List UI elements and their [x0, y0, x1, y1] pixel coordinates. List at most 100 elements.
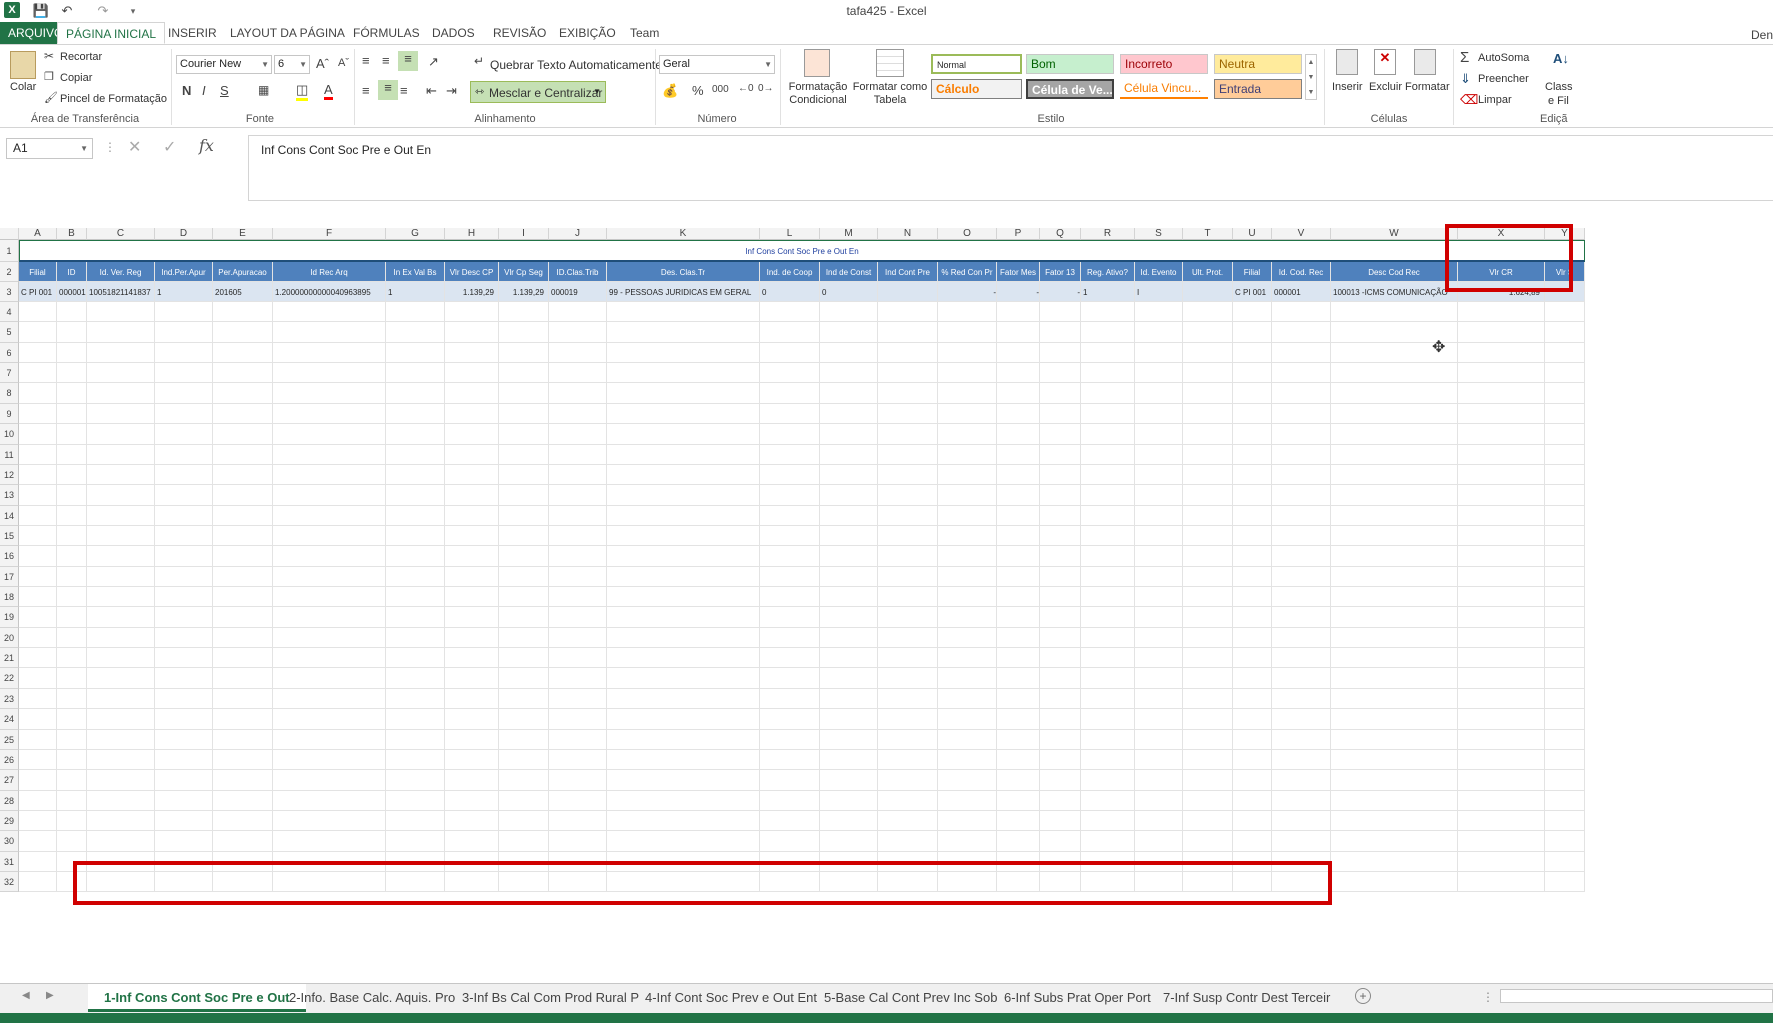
empty-cell[interactable]	[938, 302, 997, 323]
empty-cell[interactable]	[938, 790, 997, 811]
empty-cell[interactable]	[87, 444, 155, 465]
empty-cell[interactable]	[607, 688, 760, 710]
row-header[interactable]: 26	[0, 749, 19, 771]
empty-cell[interactable]	[997, 505, 1040, 526]
empty-cell[interactable]	[1545, 363, 1585, 384]
empty-cell[interactable]	[878, 302, 938, 323]
empty-cell[interactable]	[19, 851, 57, 873]
column-header-d[interactable]: D	[155, 228, 213, 240]
empty-cell[interactable]	[1233, 424, 1272, 445]
empty-cell[interactable]	[997, 668, 1040, 689]
empty-cell[interactable]	[1040, 831, 1081, 852]
align-middle-icon[interactable]: ≡	[382, 53, 390, 68]
formula-input[interactable]: Inf Cons Cont Soc Pre e Out En	[248, 135, 1773, 201]
empty-cell[interactable]	[878, 729, 938, 750]
empty-cell[interactable]	[87, 322, 155, 343]
empty-cell[interactable]	[607, 302, 760, 323]
empty-cell[interactable]	[273, 688, 386, 710]
empty-cell[interactable]	[1233, 648, 1272, 669]
table-header-cell[interactable]: Vlr Desc CP	[445, 262, 499, 282]
table-cell[interactable]: 0	[760, 282, 820, 302]
delete-cells-button[interactable]: Excluir	[1369, 81, 1402, 93]
add-sheet-icon[interactable]: +	[1355, 988, 1371, 1004]
empty-cell[interactable]	[499, 302, 549, 323]
style-neutral[interactable]: Neutra	[1214, 54, 1302, 74]
empty-cell[interactable]	[19, 790, 57, 811]
row-header[interactable]: 29	[0, 811, 19, 832]
table-cell[interactable]: 99 - PESSOAS JURIDICAS EM GERAL	[607, 282, 760, 302]
table-header-cell[interactable]: Vlr Cp Seg	[499, 262, 549, 282]
empty-cell[interactable]	[1458, 403, 1545, 425]
empty-cell[interactable]	[549, 648, 607, 669]
empty-cell[interactable]	[607, 566, 760, 588]
empty-cell[interactable]	[1331, 587, 1458, 608]
empty-cell[interactable]	[386, 790, 445, 811]
empty-cell[interactable]	[499, 363, 549, 384]
empty-cell[interactable]	[1135, 688, 1183, 710]
row-header[interactable]: 10	[0, 424, 19, 445]
empty-cell[interactable]	[445, 464, 499, 486]
empty-cell[interactable]	[1135, 424, 1183, 445]
empty-cell[interactable]	[57, 566, 87, 588]
empty-cell[interactable]	[1458, 505, 1545, 526]
empty-cell[interactable]	[445, 709, 499, 730]
empty-cell[interactable]	[499, 770, 549, 791]
row-header[interactable]: 20	[0, 627, 19, 649]
empty-cell[interactable]	[1272, 770, 1331, 791]
empty-cell[interactable]	[386, 525, 445, 547]
column-header-r[interactable]: R	[1081, 228, 1135, 240]
empty-cell[interactable]	[273, 729, 386, 750]
empty-cell[interactable]	[1458, 607, 1545, 628]
grow-font-icon[interactable]: Aˆ	[316, 56, 329, 71]
empty-cell[interactable]	[878, 688, 938, 710]
empty-cell[interactable]	[878, 770, 938, 791]
empty-cell[interactable]	[386, 444, 445, 465]
empty-cell[interactable]	[213, 648, 273, 669]
empty-cell[interactable]	[386, 403, 445, 425]
sheet-tab-4[interactable]: 4-Inf Cont Soc Prev e Out Ent	[629, 984, 833, 1012]
empty-cell[interactable]	[499, 729, 549, 750]
empty-cell[interactable]	[878, 627, 938, 649]
horizontal-scrollbar[interactable]	[1500, 989, 1773, 1003]
empty-cell[interactable]	[1331, 729, 1458, 750]
empty-cell[interactable]	[213, 729, 273, 750]
format-cells-button[interactable]: Formatar	[1405, 81, 1450, 93]
empty-cell[interactable]	[1233, 302, 1272, 323]
empty-cell[interactable]	[938, 729, 997, 750]
empty-cell[interactable]	[997, 424, 1040, 445]
empty-cell[interactable]	[1545, 668, 1585, 689]
empty-cell[interactable]	[997, 729, 1040, 750]
empty-cell[interactable]	[1135, 525, 1183, 547]
empty-cell[interactable]	[1545, 729, 1585, 750]
empty-cell[interactable]	[878, 525, 938, 547]
empty-cell[interactable]	[87, 709, 155, 730]
empty-cell[interactable]	[87, 342, 155, 364]
table-header-cell[interactable]: Ind Cont Pre	[878, 262, 938, 282]
empty-cell[interactable]	[57, 485, 87, 506]
empty-cell[interactable]	[1135, 302, 1183, 323]
empty-cell[interactable]	[155, 322, 213, 343]
empty-cell[interactable]	[1040, 668, 1081, 689]
empty-cell[interactable]	[549, 383, 607, 404]
empty-cell[interactable]	[1040, 444, 1081, 465]
column-header-t[interactable]: T	[1183, 228, 1233, 240]
empty-cell[interactable]	[1458, 729, 1545, 750]
increase-indent-icon[interactable]: ⇥	[446, 83, 457, 99]
empty-cell[interactable]	[997, 688, 1040, 710]
empty-cell[interactable]	[445, 648, 499, 669]
empty-cell[interactable]	[19, 709, 57, 730]
empty-cell[interactable]	[760, 668, 820, 689]
empty-cell[interactable]	[1545, 342, 1585, 364]
empty-cell[interactable]	[57, 749, 87, 771]
decrease-decimal-icon[interactable]: 0→	[758, 83, 774, 94]
empty-cell[interactable]	[607, 424, 760, 445]
empty-cell[interactable]	[19, 302, 57, 323]
empty-cell[interactable]	[1458, 587, 1545, 608]
empty-cell[interactable]	[997, 811, 1040, 832]
empty-cell[interactable]	[820, 302, 878, 323]
empty-cell[interactable]	[499, 749, 549, 771]
empty-cell[interactable]	[760, 770, 820, 791]
empty-cell[interactable]	[273, 709, 386, 730]
empty-cell[interactable]	[499, 648, 549, 669]
empty-cell[interactable]	[1183, 444, 1233, 465]
